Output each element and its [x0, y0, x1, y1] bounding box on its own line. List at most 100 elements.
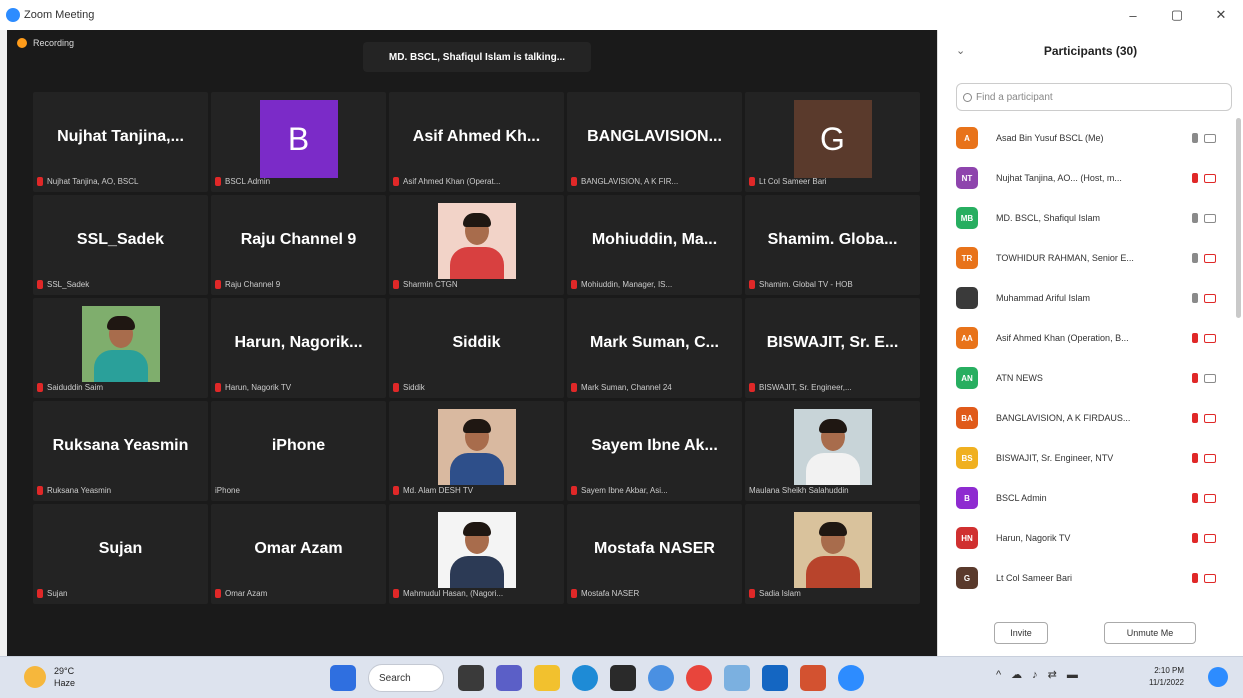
- mic-muted-icon[interactable]: [1192, 453, 1198, 463]
- mic-muted-icon[interactable]: [1192, 533, 1198, 543]
- close-button[interactable]: ✕: [1199, 0, 1243, 30]
- video-tile[interactable]: iPhone iPhone: [211, 401, 386, 501]
- participant-row[interactable]: TR TOWHIDUR RAHMAN, Senior E...: [956, 238, 1234, 278]
- video-tile[interactable]: Mark Suman, C... Mark Suman, Channel 24: [567, 298, 742, 398]
- weather-widget[interactable]: 29°C Haze: [24, 665, 75, 689]
- outlook-icon[interactable]: [762, 665, 788, 691]
- video-off-icon[interactable]: [1204, 453, 1216, 463]
- tile-display-name: SSL_Sadek: [76, 231, 165, 248]
- start-icon[interactable]: [330, 665, 356, 691]
- minimize-button[interactable]: –: [1111, 0, 1155, 30]
- video-off-icon[interactable]: [1204, 173, 1216, 183]
- mic-muted-icon[interactable]: [1192, 493, 1198, 503]
- taskbar-search[interactable]: Search: [368, 664, 444, 692]
- participant-row[interactable]: BS BISWAJIT, Sr. Engineer, NTV: [956, 438, 1234, 478]
- participant-video: [437, 203, 516, 279]
- mic-icon[interactable]: [1192, 293, 1198, 303]
- video-tile[interactable]: Harun, Nagorik... Harun, Nagorik TV: [211, 298, 386, 398]
- video-tile[interactable]: Mostafa NASER Mostafa NASER: [567, 504, 742, 604]
- powerpoint-icon[interactable]: [800, 665, 826, 691]
- window-title: Zoom Meeting: [24, 9, 95, 21]
- mic-muted-icon[interactable]: [1192, 373, 1198, 383]
- video-tile[interactable]: BISWAJIT, Sr. E... BISWAJIT, Sr. Engineer…: [745, 298, 920, 398]
- tile-display-name: Siddik: [452, 334, 501, 351]
- participant-name: Harun, Nagorik TV: [996, 533, 1071, 543]
- clock[interactable]: 2:10 PM 11/1/2022: [1140, 665, 1184, 689]
- zoom-icon[interactable]: [838, 665, 864, 691]
- video-off-icon[interactable]: [1204, 533, 1216, 543]
- participant-row[interactable]: G Lt Col Sameer Bari: [956, 558, 1234, 598]
- mic-icon[interactable]: [1192, 133, 1198, 143]
- mic-icon[interactable]: [1192, 213, 1198, 223]
- video-off-icon[interactable]: [1204, 333, 1216, 343]
- mic-muted-icon[interactable]: [1192, 173, 1198, 183]
- participant-row[interactable]: BA BANGLAVISION, A K FIRDAUS...: [956, 398, 1234, 438]
- restore-button[interactable]: ▢: [1155, 0, 1199, 30]
- video-tile[interactable]: Raju Channel 9 Raju Channel 9: [211, 195, 386, 295]
- video-tile[interactable]: Md. Alam DESH TV: [389, 401, 564, 501]
- edge-icon[interactable]: [572, 665, 598, 691]
- file-explorer-icon[interactable]: [534, 665, 560, 691]
- video-off-icon[interactable]: [1204, 413, 1216, 423]
- video-tile[interactable]: Sayem Ibne Ak... Sayem Ibne Akbar, Asi...: [567, 401, 742, 501]
- chrome-icon[interactable]: [648, 665, 674, 691]
- video-icon[interactable]: [1204, 213, 1216, 223]
- tile-name-text: BSCL Admin: [225, 176, 271, 186]
- participant-row[interactable]: A Asad Bin Yusuf BSCL (Me): [956, 118, 1234, 158]
- video-off-icon[interactable]: [1204, 293, 1216, 303]
- tray-icon[interactable]: ♪: [1032, 669, 1038, 681]
- participant-row[interactable]: NT Nujhat Tanjina, AO... (Host, m...: [956, 158, 1234, 198]
- video-tile[interactable]: Asif Ahmed Kh... Asif Ahmed Khan (Operat.…: [389, 92, 564, 192]
- video-tile[interactable]: Sujan Sujan: [33, 504, 208, 604]
- mic-icon[interactable]: [1192, 253, 1198, 263]
- participant-row[interactable]: AN ATN NEWS: [956, 358, 1234, 398]
- participant-row[interactable]: B BSCL Admin: [956, 478, 1234, 518]
- tray-icon[interactable]: ☁: [1011, 668, 1022, 681]
- video-tile[interactable]: B BSCL Admin: [211, 92, 386, 192]
- video-off-icon[interactable]: [1204, 493, 1216, 503]
- photos-icon[interactable]: [724, 665, 750, 691]
- video-tile[interactable]: SSL_Sadek SSL_Sadek: [33, 195, 208, 295]
- video-off-icon[interactable]: [1204, 573, 1216, 583]
- video-tile[interactable]: Mohiuddin, Ma... Mohiuddin, Manager, IS..…: [567, 195, 742, 295]
- video-tile[interactable]: Ruksana Yeasmin Ruksana Yeasmin: [33, 401, 208, 501]
- chrome-profile-icon[interactable]: [686, 665, 712, 691]
- video-tile[interactable]: Omar Azam Omar Azam: [211, 504, 386, 604]
- video-tile[interactable]: Saiduddin Saim: [33, 298, 208, 398]
- video-icon[interactable]: [1204, 373, 1216, 383]
- mic-muted-icon[interactable]: [1192, 413, 1198, 423]
- participant-row[interactable]: AA Asif Ahmed Khan (Operation, B...: [956, 318, 1234, 358]
- tray-icon[interactable]: ⇄: [1048, 668, 1057, 681]
- participant-search-input[interactable]: Find a participant: [956, 83, 1232, 111]
- tile-display-name: Harun, Nagorik...: [234, 334, 363, 351]
- video-tile[interactable]: Maulana Sheikh Salahuddin: [745, 401, 920, 501]
- video-tile[interactable]: BANGLAVISION... BANGLAVISION, A K FIR...: [567, 92, 742, 192]
- participant-row[interactable]: HN Harun, Nagorik TV: [956, 518, 1234, 558]
- invite-button[interactable]: Invite: [994, 622, 1048, 644]
- video-tile[interactable]: Sharmin CTGN: [389, 195, 564, 295]
- video-off-icon[interactable]: [1204, 253, 1216, 263]
- tile-name-label: Mohiuddin, Manager, IS...: [571, 277, 738, 291]
- recording-indicator[interactable]: Recording: [17, 38, 74, 48]
- muted-mic-icon: [749, 279, 755, 289]
- video-tile[interactable]: Mahmudul Hasan, (Nagori...: [389, 504, 564, 604]
- tray-icon[interactable]: ▬: [1067, 669, 1078, 681]
- participant-list-scrollbar[interactable]: [1236, 118, 1241, 318]
- taskview-icon[interactable]: [458, 665, 484, 691]
- unmute-me-button[interactable]: Unmute Me: [1104, 622, 1196, 644]
- video-tile[interactable]: Shamim. Globa... Shamim. Global TV - HOB: [745, 195, 920, 295]
- store-icon[interactable]: [610, 665, 636, 691]
- video-tile[interactable]: G Lt Col Sameer Bari: [745, 92, 920, 192]
- tray-icon[interactable]: ^: [996, 669, 1001, 681]
- video-tile[interactable]: Nujhat Tanjina,... Nujhat Tanjina, AO, BS…: [33, 92, 208, 192]
- video-tile[interactable]: Siddik Siddik: [389, 298, 564, 398]
- zoom-tray-icon[interactable]: [1208, 667, 1228, 687]
- video-tile[interactable]: Sadia Islam: [745, 504, 920, 604]
- gallery-grid: Nujhat Tanjina,... Nujhat Tanjina, AO, BS…: [33, 92, 920, 604]
- mic-muted-icon[interactable]: [1192, 573, 1198, 583]
- participant-row[interactable]: MB MD. BSCL, Shafiqul Islam: [956, 198, 1234, 238]
- mic-muted-icon[interactable]: [1192, 333, 1198, 343]
- participant-row[interactable]: Muhammad Ariful Islam: [956, 278, 1234, 318]
- video-icon[interactable]: [1204, 133, 1216, 143]
- chat-icon[interactable]: [496, 665, 522, 691]
